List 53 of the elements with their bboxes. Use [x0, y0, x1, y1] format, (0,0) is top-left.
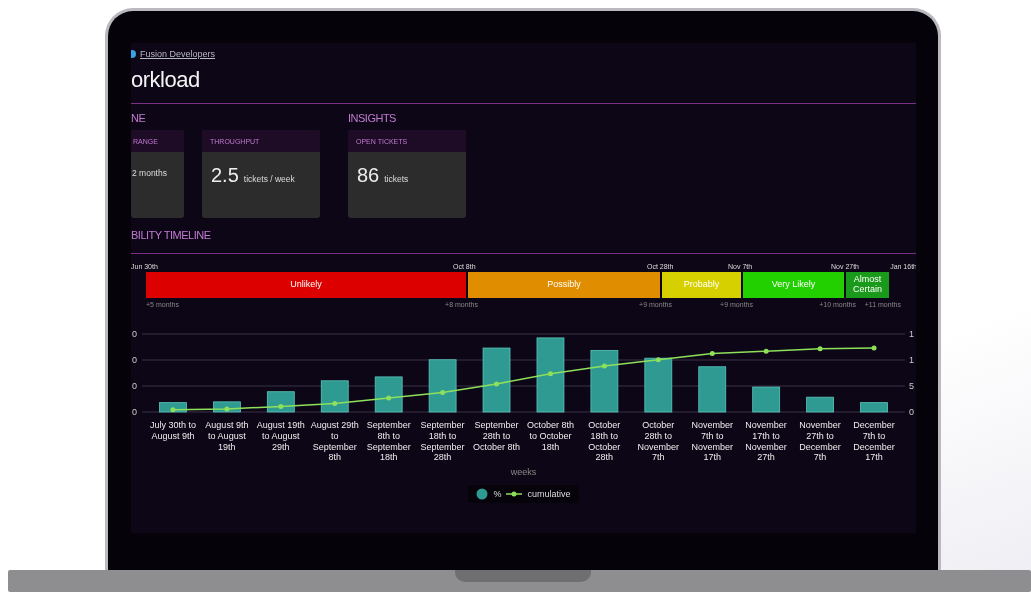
axis-category-label: September 8th to September 18th	[365, 420, 412, 464]
axis-category-label: July 30th to August 9th	[148, 420, 197, 443]
bar	[159, 402, 187, 413]
bar	[320, 380, 349, 413]
axis-category-label: August 19th to August 29th	[255, 420, 306, 454]
bar	[213, 401, 241, 413]
axis-tick-label: 0	[132, 407, 137, 417]
section-title: NE	[131, 112, 147, 126]
axis-tick-label: 0	[909, 407, 914, 417]
axis-tick-label: 5	[909, 381, 914, 391]
metric-unit: tickets / week	[243, 174, 295, 184]
legend-label: cumulative	[527, 489, 571, 500]
axis-category-label: November 27th to December 7th	[798, 420, 842, 464]
bar	[806, 396, 834, 413]
axis-category-label: August 29th to September 8th	[309, 420, 360, 464]
bar	[644, 357, 673, 413]
legend-label: %	[493, 489, 502, 500]
section-title: BILITY TIMELINE	[131, 229, 212, 243]
axis-category-label: November 7th to November 17th	[690, 420, 734, 464]
metric-value: 2.5	[211, 164, 239, 187]
bar	[590, 350, 619, 413]
axis-category-label: August 9th to August 19th	[204, 420, 250, 454]
metric-unit: tickets	[384, 174, 409, 184]
axis-category-label: September 28th to October 8th	[471, 420, 521, 454]
axis-tick-label: 0	[132, 329, 137, 339]
axis-tick-label: 0	[132, 381, 137, 391]
axis-category-label: September 18th to September 28th	[419, 420, 466, 464]
section-title: INSIGHTS	[348, 112, 397, 126]
axis-category-label: October 28th to November 7th	[636, 420, 680, 464]
bar	[428, 359, 457, 413]
metric-text: 2 months	[132, 168, 167, 178]
axis-tick-label: 1	[909, 329, 914, 339]
bar	[698, 366, 727, 413]
bar	[374, 376, 403, 413]
band-label: Very Likely	[771, 280, 816, 290]
band-label: Unlikely	[290, 280, 322, 290]
axis-tick-label: 1	[909, 355, 914, 365]
metric-value: 86	[357, 164, 380, 187]
axis-category-label: October 18th to October 28th	[587, 420, 622, 464]
band-label: Almost Certain	[852, 275, 883, 295]
band-label: Probably	[683, 280, 720, 290]
axis-tick-label: 0	[132, 355, 137, 365]
page-title: orkload	[131, 67, 201, 93]
breadcrumb-link[interactable]: Fusion Developers	[140, 49, 216, 59]
axis-title: weeks	[510, 467, 537, 478]
bar	[752, 386, 781, 413]
bar	[860, 402, 888, 413]
bar	[266, 391, 295, 413]
axis-category-label: November 17th to November 27th	[744, 420, 788, 464]
band-label: Possibly	[547, 280, 581, 290]
bar	[482, 347, 511, 413]
axis-category-label: December 7th to December 17th	[852, 420, 896, 464]
axis-category-label: October 8th to October 18th	[525, 420, 575, 454]
